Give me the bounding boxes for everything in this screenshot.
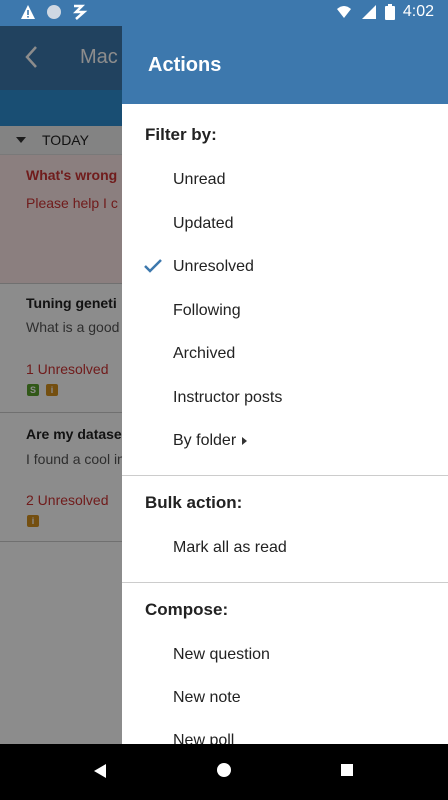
new-poll-button[interactable]: New poll: [173, 732, 234, 744]
drawer-header: Actions: [122, 26, 448, 104]
circle-icon: [47, 5, 61, 19]
triangle-right-icon: [242, 436, 248, 445]
status-time: 4:02: [402, 3, 434, 20]
filter-updated[interactable]: Updated: [173, 215, 234, 233]
filter-unread[interactable]: Unread: [173, 171, 225, 189]
new-question-button[interactable]: New question: [173, 646, 270, 664]
filter-by-folder-label: By folder: [173, 432, 237, 449]
status-bar: 4:02: [0, 0, 448, 26]
filter-following[interactable]: Following: [173, 302, 241, 320]
filter-unresolved[interactable]: Unresolved: [173, 258, 254, 276]
app-icon: [72, 4, 88, 20]
bulk-heading: Bulk action:: [145, 493, 243, 512]
divider: [122, 582, 448, 583]
filter-instructor-posts[interactable]: Instructor posts: [173, 389, 282, 407]
wifi-icon: [336, 6, 351, 18]
nav-recents-icon[interactable]: [341, 764, 353, 776]
actions-drawer: Actions Filter by: Unread Updated Unreso…: [122, 26, 448, 744]
divider: [122, 475, 448, 476]
battery-icon: [384, 4, 395, 20]
drawer-title: Actions: [148, 54, 222, 76]
compose-heading: Compose:: [145, 600, 229, 619]
check-icon: [144, 259, 162, 273]
warning-icon: [21, 5, 35, 19]
filter-by-folder[interactable]: By folder: [173, 432, 248, 450]
nav-home-icon[interactable]: [217, 763, 231, 777]
mark-all-read-button[interactable]: Mark all as read: [173, 539, 287, 557]
signal-icon: [361, 5, 376, 19]
nav-back-icon[interactable]: [94, 764, 106, 778]
filter-heading: Filter by:: [145, 125, 217, 144]
new-note-button[interactable]: New note: [173, 689, 241, 707]
filter-archived[interactable]: Archived: [173, 345, 235, 363]
system-nav-bar: [0, 744, 448, 800]
